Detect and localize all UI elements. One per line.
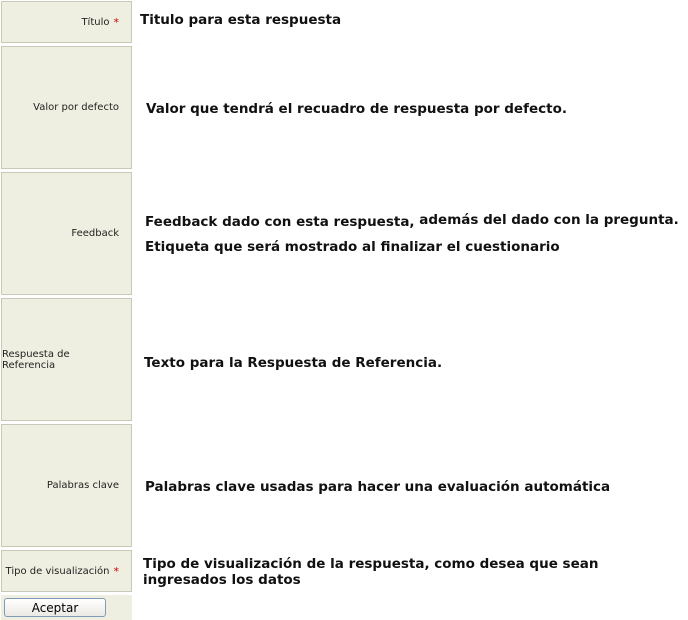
tipo-label-cell: Tipo de visualización * (1, 550, 132, 592)
required-asterisk: * (113, 564, 120, 578)
referencia-description: Texto para la Respuesta de Referencia. (144, 355, 443, 371)
valor-label-cell: Valor por defecto (1, 46, 132, 169)
referencia-label: Respuesta de Referencia (2, 348, 70, 371)
palabras-description: Palabras clave usadas para hacer una eva… (145, 479, 611, 495)
feedback-description-line1: Feedback dado con esta respuesta, además… (145, 212, 679, 230)
referencia-label-cell: Respuesta de Referencia (1, 298, 132, 421)
tipo-description: Tipo de visualización de la respuesta, c… (143, 556, 599, 588)
feedback-description-part-b: además del dado con la pregunta. (419, 212, 679, 228)
titulo-label-cell: Título * (1, 1, 132, 43)
valor-label: Valor por defecto (33, 102, 119, 113)
palabras-label-cell: Palabras clave (1, 424, 132, 547)
titulo-description: Titulo para esta respuesta (140, 12, 342, 28)
feedback-label: Feedback (71, 228, 119, 239)
feedback-description-line2: Etiqueta que será mostrado al finalizar … (145, 239, 560, 255)
palabras-label: Palabras clave (46, 480, 119, 491)
valor-description: Valor que tendrá el recuadro de respuest… (146, 101, 567, 117)
tipo-label: Tipo de visualización (5, 565, 110, 577)
accept-button[interactable]: Aceptar (4, 598, 106, 617)
required-asterisk: * (113, 15, 120, 29)
answer-form: Título * Titulo para esta respuesta Valo… (0, 0, 688, 620)
feedback-label-cell: Feedback (1, 172, 132, 295)
feedback-description-part-a: Feedback dado con esta respuesta, (145, 214, 415, 230)
titulo-label: Título (81, 16, 110, 28)
